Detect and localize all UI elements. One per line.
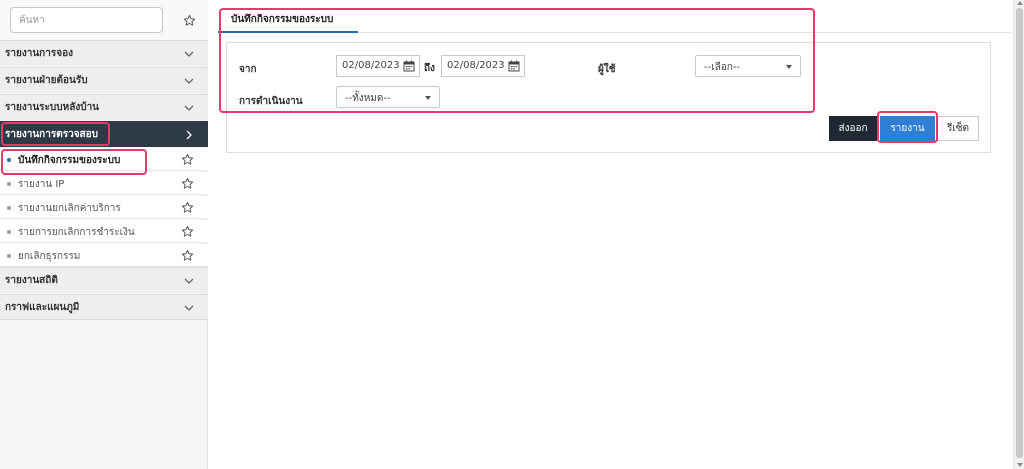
menu-group-graphs-and-charts[interactable]: กราฟและแผนภูมิ [0,294,208,320]
menu-group-statistics-reports[interactable]: รายงานสถิติ [0,267,208,293]
chevron-down-icon [184,78,194,84]
favorite-star-icon[interactable] [180,248,194,262]
menu-group-label: กราฟและแผนภูมิ [5,301,80,313]
tab-label: บันทึกกิจกรรมของระบบ [231,14,334,25]
from-label: จาก [239,64,257,75]
sidebar-item-transaction-cancellation[interactable]: ยกเลิกธุรกรรม [0,244,208,267]
calendar-icon[interactable] [508,60,520,72]
user-label: ผู้ใช้ [598,64,616,75]
chevron-down-icon [184,278,194,284]
favorite-star-icon[interactable] [180,152,194,166]
operation-label: การดำเนินงาน [239,96,303,107]
operation-select-value: --ทั้งหมด-- [345,93,391,104]
user-select-value: --เลือก-- [704,62,741,73]
sidebar-item-label: รายงาน IP [18,179,65,190]
sidebar-search [0,0,208,42]
menu-group-booking-reports[interactable]: รายงานการจอง [0,40,208,66]
reset-button[interactable]: รีเซ็ต [937,116,979,141]
chevron-down-icon [184,51,194,57]
from-date-input[interactable]: 02/08/2023 [336,55,420,77]
calendar-icon[interactable] [403,60,415,72]
sidebar-item-payment-cancellation-list[interactable]: รายการยกเลิกการชำระเงิน [0,220,208,243]
app-window: รายงานการจอง รายงานฝ่ายต้อนรับ รายงานระบ… [0,0,1024,469]
caret-down-icon [786,65,792,69]
menu-group-label: รายงานการจอง [5,48,73,59]
export-button[interactable]: ส่งออก [829,116,877,141]
sidebar-item-label: ยกเลิกธุรกรรม [18,251,81,262]
sidebar-item-service-cancellation-report[interactable]: รายงานยกเลิกค่าบริการ [0,196,208,219]
caret-down-icon [425,96,431,100]
from-date-value: 02/08/2023 [342,60,400,71]
bullet-icon [7,206,11,210]
favorite-star-icon[interactable] [180,176,194,190]
chevron-right-icon [186,130,192,140]
to-label: ถึง [424,63,435,74]
operation-select[interactable]: --ทั้งหมด-- [336,86,440,108]
scroll-up-icon[interactable] [1017,1,1023,5]
sidebar: รายงานการจอง รายงานฝ่ายต้อนรับ รายงานระบ… [0,0,208,469]
tab-system-activity-log[interactable]: บันทึกกิจกรรมของระบบ [218,9,358,33]
menu-group-label: รายงานฝ่ายต้อนรับ [5,75,88,86]
favorite-star-icon[interactable] [180,200,194,214]
bullet-icon [7,182,11,186]
main-content: บันทึกกิจกรรมของระบบ จาก 02/08/2023 ถึง … [218,0,1011,469]
bullet-icon [7,254,11,258]
bullet-icon [7,230,11,234]
chevron-down-icon [184,305,194,311]
menu-group-label: รายงานการตรวจสอบ [5,129,99,140]
sidebar-item-label: บันทึกกิจกรรมของระบบ [18,155,121,166]
to-date-input[interactable]: 02/08/2023 [441,55,525,77]
menu-group-label: รายงานระบบหลังบ้าน [5,102,100,113]
chevron-down-icon [184,105,194,111]
search-input[interactable] [10,7,163,33]
vertical-scrollbar[interactable] [1013,0,1024,469]
menu-group-front-desk-reports[interactable]: รายงานฝ่ายต้อนรับ [0,67,208,93]
sidebar-item-label: รายการยกเลิกการชำระเงิน [18,227,135,238]
scroll-down-icon[interactable] [1017,463,1023,467]
sidebar-item-label: รายงานยกเลิกค่าบริการ [18,203,121,214]
favorite-star-icon[interactable] [180,224,194,238]
sidebar-item-system-activity-log[interactable]: บันทึกกิจกรรมของระบบ [0,148,208,171]
scrollbar-thumb[interactable] [1016,8,1023,458]
user-select[interactable]: --เลือก-- [695,55,801,77]
bullet-icon [7,158,11,162]
favorite-star-icon[interactable] [182,13,196,27]
menu-group-audit-reports[interactable]: รายงานการตรวจสอบ [0,121,208,147]
report-button[interactable]: รายงาน [880,116,935,141]
tab-bar: บันทึกกิจกรรมของระบบ [218,0,1011,33]
menu-group-label: รายงานสถิติ [5,275,58,286]
sidebar-item-ip-report[interactable]: รายงาน IP [0,172,208,195]
to-date-value: 02/08/2023 [447,60,505,71]
menu-group-back-office-reports[interactable]: รายงานระบบหลังบ้าน [0,94,208,120]
